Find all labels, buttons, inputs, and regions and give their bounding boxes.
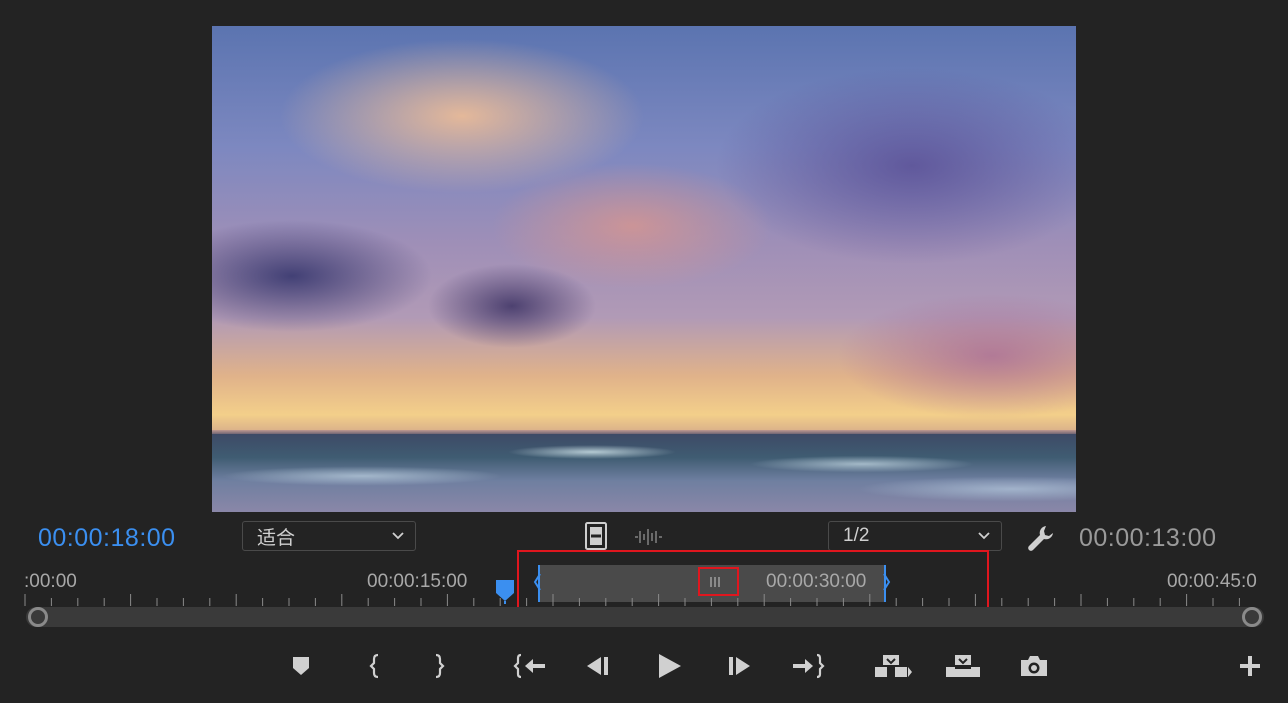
plus-icon <box>1240 656 1260 676</box>
playback-resolution-dropdown[interactable]: 1/2 <box>828 521 1002 551</box>
zoom-scroll-left-handle[interactable] <box>28 607 48 627</box>
step-forward-button[interactable] <box>726 652 752 680</box>
insert-button[interactable] <box>872 652 914 680</box>
mark-out-icon <box>435 653 445 679</box>
grip-highlight-annotation <box>698 567 739 596</box>
duration-timecode: 00:00:13:00 <box>1079 524 1217 552</box>
play-button[interactable] <box>655 652 683 680</box>
ocean-area <box>212 434 1076 512</box>
mark-in-icon <box>369 653 379 679</box>
ruler-label-start: :00:00 <box>24 571 77 592</box>
mark-out-button[interactable] <box>430 652 448 680</box>
current-timecode[interactable]: 00:00:18:00 <box>38 524 176 553</box>
zoom-scroll-right-handle[interactable] <box>1242 607 1262 627</box>
overwrite-button[interactable] <box>943 652 983 680</box>
chevron-down-icon <box>392 532 404 540</box>
go-to-in-icon <box>513 653 545 679</box>
marker-icon <box>293 657 309 675</box>
film-icon[interactable] <box>585 522 607 550</box>
ruler-label-45: 00:00:45:0 <box>1167 571 1257 592</box>
play-icon <box>659 654 681 678</box>
wrench-icon[interactable] <box>1026 523 1056 553</box>
add-marker-button[interactable] <box>290 652 312 680</box>
playhead-marker[interactable] <box>494 578 516 604</box>
go-to-out-button[interactable] <box>790 652 826 680</box>
insert-icon <box>875 655 912 677</box>
go-to-out-icon <box>793 653 825 679</box>
step-forward-icon <box>729 657 750 675</box>
highlight-annotation-box <box>517 550 989 610</box>
ruler-label-15: 00:00:15:00 <box>367 571 468 592</box>
zoom-level-dropdown[interactable]: 适合 <box>242 521 416 551</box>
audio-waveform-icon[interactable] <box>633 527 663 547</box>
add-button[interactable] <box>1238 652 1262 680</box>
program-monitor-video <box>212 26 1076 512</box>
overwrite-icon <box>946 655 980 677</box>
step-back-button[interactable] <box>585 652 611 680</box>
zoom-scroll-bar[interactable] <box>26 607 1264 627</box>
zoom-level-value: 适合 <box>257 527 296 549</box>
step-back-icon <box>587 657 608 675</box>
export-frame-button[interactable] <box>1018 652 1050 680</box>
resolution-value: 1/2 <box>843 525 870 546</box>
camera-icon <box>1021 656 1047 676</box>
go-to-in-button[interactable] <box>512 652 548 680</box>
mark-in-button[interactable] <box>366 652 384 680</box>
chevron-down-icon <box>978 532 990 540</box>
